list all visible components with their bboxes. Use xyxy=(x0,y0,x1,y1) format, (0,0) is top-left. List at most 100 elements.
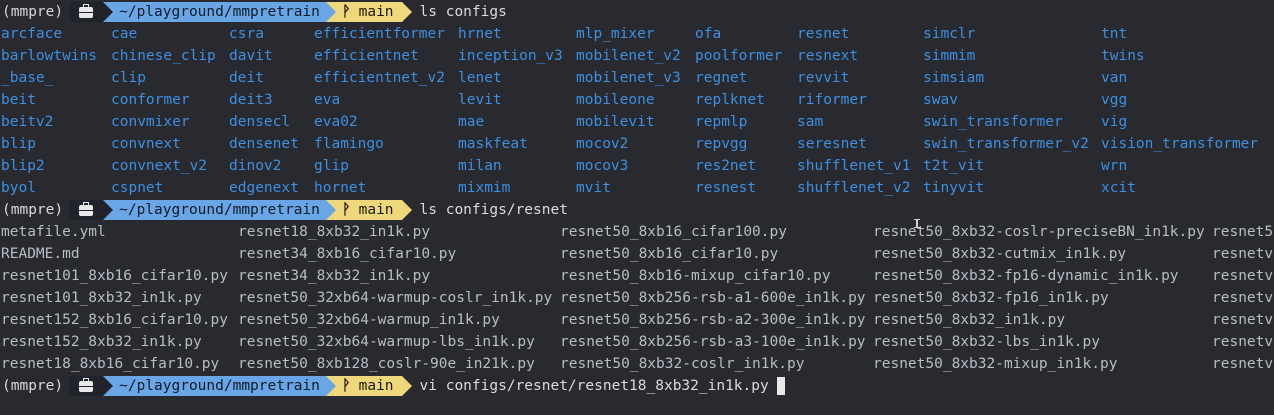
config-dir-item: convnext_v2 xyxy=(111,158,208,174)
resnet-file-item: resnet18_8xb16_cifar10.py xyxy=(1,356,220,372)
config-dir-item: mocov2 xyxy=(576,136,629,152)
resnet-file-item: resnet34_8xb16_cifar10.py xyxy=(238,246,457,262)
command-input[interactable]: vi configs/resnet/resnet18_8xb32_in1k.py xyxy=(412,375,769,397)
config-dir-item: tnt xyxy=(1101,26,1128,42)
resnet-file-item: resnetv xyxy=(1212,312,1274,328)
resnet-file-item: resnet50_8xb32-coslr_in1k.py xyxy=(560,356,805,372)
config-dir-item: lenet xyxy=(458,70,502,86)
config-dir-item: davit xyxy=(229,48,273,64)
config-dir-item: beitv2 xyxy=(1,114,54,130)
resnet-file-item: resnet152_8xb16_cifar10.py xyxy=(1,312,228,328)
resnet-file-item: resnet101_8xb16_cifar10.py xyxy=(1,268,228,284)
config-dir-item: riformer xyxy=(797,92,867,108)
resnet-file-item: resnet50_32xb64-warmup_in1k.py xyxy=(238,312,500,328)
resnet-file-item: resnet50_8xb128_coslr-90e_in21k.py xyxy=(238,356,535,372)
config-dir-item: dinov2 xyxy=(229,158,282,174)
config-dir-item: cae xyxy=(111,26,138,42)
prompt-line-1: (mmpre) ~/playground/mmpretrain ᚹ main ls… xyxy=(0,1,507,23)
prompt-path: ~/playground/mmpretrain xyxy=(113,376,326,396)
config-dir-item: hrnet xyxy=(458,26,502,42)
config-dir-item: mocov3 xyxy=(576,158,629,174)
config-dir-item: csra xyxy=(229,26,264,42)
resnet-file-item: resnet50_8xb32_in1k.py xyxy=(873,312,1066,328)
config-dir-item: eva02 xyxy=(314,114,358,130)
prompt-tool-segment xyxy=(69,2,104,22)
config-dir-item: edgenext xyxy=(229,180,299,196)
config-dir-item: mixmim xyxy=(458,180,511,196)
terminal-window[interactable]: (mmpre) ~/playground/mmpretrain ᚹ main ls… xyxy=(0,0,1274,415)
config-dir-item: sam xyxy=(797,114,824,130)
config-dir-item: replknet xyxy=(695,92,765,108)
config-dir-item: mobileone xyxy=(576,92,655,108)
config-dir-item: densecl xyxy=(229,114,291,130)
config-dir-item: maskfeat xyxy=(458,136,528,152)
briefcase-icon xyxy=(79,377,94,392)
config-dir-item: repmlp xyxy=(695,114,748,130)
config-dir-item: swav xyxy=(923,92,958,108)
config-dir-item: efficientnet xyxy=(314,48,419,64)
prompt-git-segment: ᚹ main xyxy=(335,376,402,396)
config-dir-item: shufflenet_v1 xyxy=(797,158,911,174)
config-dir-item: vgg xyxy=(1101,92,1128,108)
resnet-file-item: resnet50_8xb32-fp16-dynamic_in1k.py xyxy=(873,268,1179,284)
powerline-separator xyxy=(325,376,336,396)
powerline-separator xyxy=(401,2,412,22)
command-text: ls configs/resnet xyxy=(419,202,568,218)
config-dir-item: levit xyxy=(458,92,502,108)
config-dir-item: res2net xyxy=(695,158,757,174)
resnet-file-item: resnetv xyxy=(1212,246,1274,262)
powerline-separator xyxy=(103,376,114,396)
config-dir-item: ofa xyxy=(695,26,722,42)
config-dir-item: poolformer xyxy=(695,48,783,64)
config-dir-item: resnest xyxy=(695,180,757,196)
config-dir-item: barlowtwins xyxy=(1,48,98,64)
resnet-file-item: resnet50_8xb32-lbs_in1k.py xyxy=(873,334,1100,350)
git-branch-icon: ᚹ xyxy=(341,202,351,218)
config-dir-item: _base_ xyxy=(1,70,54,86)
prompt-git-segment: ᚹ main xyxy=(335,200,402,220)
prompt-tool-segment xyxy=(69,200,104,220)
config-dir-item: eva xyxy=(314,92,341,108)
resnet-file-item: README.md xyxy=(1,246,80,262)
config-dir-item: conformer xyxy=(111,92,190,108)
powerline-separator xyxy=(401,200,412,220)
conda-env-label: (mmpre) xyxy=(2,378,64,394)
config-dir-item: milan xyxy=(458,158,502,174)
config-dir-item: byol xyxy=(1,180,36,196)
config-dir-item: vig xyxy=(1101,114,1128,130)
git-branch-name: main xyxy=(358,4,394,20)
config-dir-item: mvit xyxy=(576,180,611,196)
config-dir-item: resnet xyxy=(797,26,850,42)
config-dir-item: simclr xyxy=(923,26,976,42)
config-dir-item: simsiam xyxy=(923,70,985,86)
config-dir-item: shufflenet_v2 xyxy=(797,180,911,196)
prompt-path: ~/playground/mmpretrain xyxy=(113,200,326,220)
resnet-file-item: resnet34_8xb32_in1k.py xyxy=(238,268,431,284)
config-dir-item: efficientnet_v2 xyxy=(314,70,445,86)
text-cursor xyxy=(776,377,785,395)
powerline-separator xyxy=(325,2,336,22)
config-dir-item: repvgg xyxy=(695,136,748,152)
resnet-file-item: resnet50_8xb256-rsb-a1-600e_in1k.py xyxy=(560,290,866,306)
resnet-file-item: resnetv xyxy=(1212,290,1274,306)
config-dir-item: swin_transformer xyxy=(923,114,1063,130)
git-branch-name: main xyxy=(358,202,394,218)
config-dir-item: vision_transformer xyxy=(1101,136,1259,152)
resnet-file-item: resnet50_32xb64-warmup-coslr_in1k.py xyxy=(238,290,553,306)
briefcase-icon xyxy=(79,3,94,18)
resnet-file-item: resnet50_8xb16_cifar100.py xyxy=(560,224,787,240)
resnet-file-item: resnet18_8xb32_in1k.py xyxy=(238,224,431,240)
config-dir-item: inception_v3 xyxy=(458,48,563,64)
config-dir-item: clip xyxy=(111,70,146,86)
resnet-file-item: resnet152_8xb32_in1k.py xyxy=(1,334,202,350)
config-dir-item: regnet xyxy=(695,70,748,86)
config-dir-item: van xyxy=(1101,70,1128,86)
resnet-file-item: resnet50_8xb256-rsb-a3-100e_in1k.py xyxy=(560,334,866,350)
ibeam-cursor-icon xyxy=(914,219,920,228)
prompt-git-segment: ᚹ main xyxy=(335,2,402,22)
briefcase-icon xyxy=(79,201,94,216)
config-dir-item: beit xyxy=(1,92,36,108)
command-text: ls configs xyxy=(419,4,507,20)
config-dir-item: glip xyxy=(314,158,349,174)
config-dir-item: deit xyxy=(229,70,264,86)
